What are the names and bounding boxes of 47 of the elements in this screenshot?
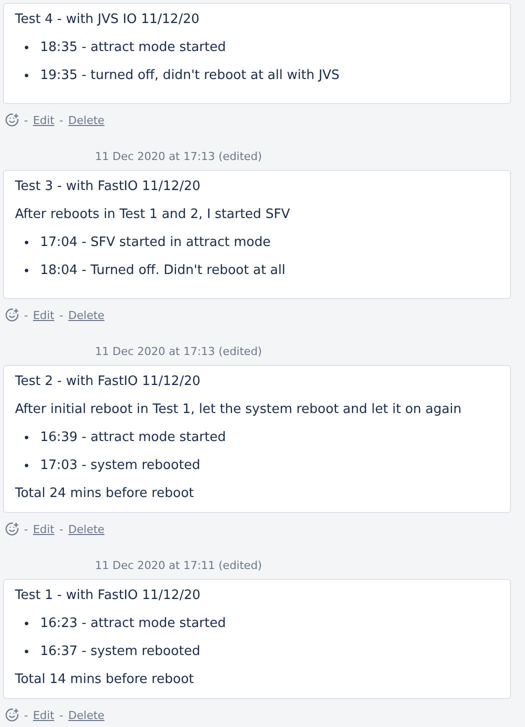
edit-link[interactable]: Edit xyxy=(32,114,54,126)
separator: - xyxy=(59,708,64,722)
comment-text: After initial reboot in Test 1, let the system reboot and let it on again xyxy=(15,401,462,419)
comment-text: Test 4 - with JVS IO 11/12/20 xyxy=(15,11,200,29)
bullet: • xyxy=(23,616,30,633)
separator: - xyxy=(24,522,28,536)
bullet: • xyxy=(23,235,30,252)
delete-link[interactable]: Delete xyxy=(68,522,104,536)
list-item: 17:04 - SFV started in attract mode xyxy=(40,234,271,252)
add-reaction-icon[interactable] xyxy=(5,308,19,322)
separator: - xyxy=(59,522,64,536)
bullet: • xyxy=(23,430,30,447)
list-item: 18:35 - attract mode started xyxy=(40,39,226,57)
delete-link[interactable]: Delete xyxy=(68,114,104,126)
bullet: • xyxy=(23,68,30,85)
comment-text: Test 2 - with FastIO 11/12/20 xyxy=(15,373,202,391)
comment-text: Total 24 mins before reboot xyxy=(15,485,195,503)
comment-timestamp: 11 Dec 2020 at 17:13 (edited) xyxy=(95,149,263,165)
separator: - xyxy=(24,114,28,126)
comment-timestamp: 11 Dec 2020 at 17:11 (edited) xyxy=(95,558,263,574)
comment-text: Test 3 - with FastIO 11/12/20 xyxy=(15,178,202,196)
add-reaction-icon[interactable] xyxy=(5,708,19,722)
add-reaction-icon[interactable] xyxy=(5,113,19,127)
list-item: 18:04 - Turned off. Didn't reboot at all xyxy=(40,262,286,280)
list-item: 16:39 - attract mode started xyxy=(40,429,226,447)
separator: - xyxy=(24,308,28,322)
comment-text: Test 1 - with FastIO 11/12/20 xyxy=(15,587,202,605)
bullet: • xyxy=(23,40,30,57)
edit-link[interactable]: Edit xyxy=(32,522,54,536)
list-item: 19:35 - turned off, didn't reboot at all with JVS xyxy=(40,67,340,85)
edit-link[interactable]: Edit xyxy=(32,308,54,322)
comment-timestamp: 11 Dec 2020 at 17:13 (edited) xyxy=(95,344,263,360)
bullet: • xyxy=(23,263,30,280)
delete-link[interactable]: Delete xyxy=(68,308,104,322)
comment-text: Total 14 mins before reboot xyxy=(15,671,195,689)
edit-link[interactable]: Edit xyxy=(32,708,54,722)
separator: - xyxy=(59,308,64,322)
list-item: 16:37 - system rebooted xyxy=(40,643,200,661)
separator: - xyxy=(24,708,28,722)
add-reaction-icon[interactable] xyxy=(5,522,19,536)
bullet: • xyxy=(23,458,30,475)
list-item: 17:03 - system rebooted xyxy=(40,457,200,475)
separator: - xyxy=(59,114,64,126)
delete-link[interactable]: Delete xyxy=(68,708,104,722)
comment-text: After reboots in Test 1 and 2, I started SFV xyxy=(15,206,292,224)
list-item: 16:23 - attract mode started xyxy=(40,615,226,633)
bullet: • xyxy=(23,644,30,661)
